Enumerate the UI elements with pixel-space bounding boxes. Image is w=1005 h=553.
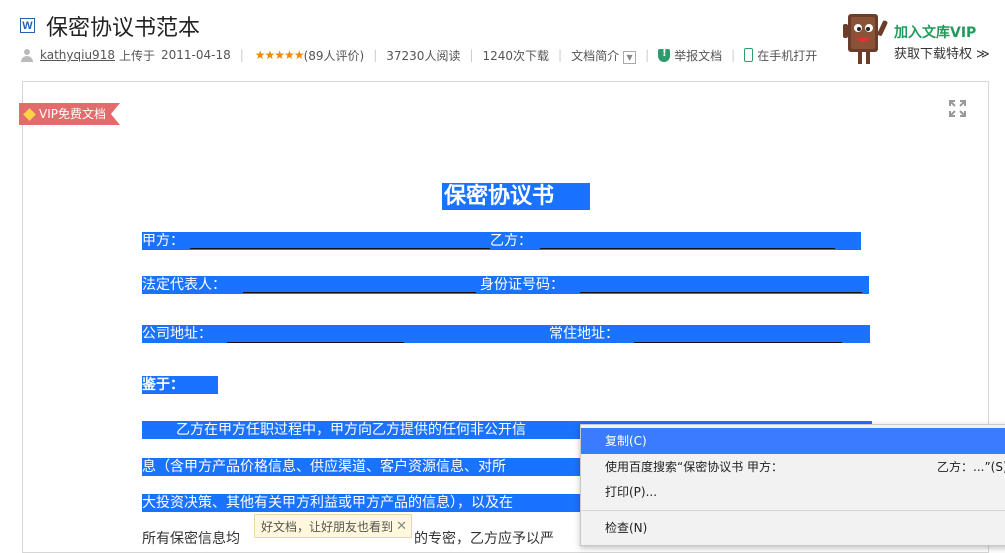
- menu-divider: [581, 510, 1005, 511]
- paragraph-line-4-left: 所有保密信息均: [142, 531, 240, 547]
- divider: |: [469, 48, 474, 62]
- party-a-label: 甲方：: [142, 233, 184, 249]
- read-count: 37230人阅读: [386, 48, 461, 63]
- summary-label: 文档简介: [571, 48, 620, 63]
- residence-address-label: 常住地址：: [549, 326, 619, 342]
- vip-badge-label: VIP免费文档: [39, 107, 106, 121]
- doc-meta-bar: kathyqiu918 上传于 2011-04-18 | ★★★★★ (89人评…: [20, 46, 817, 64]
- open-on-mobile-button[interactable]: 在手机打开: [744, 47, 817, 64]
- menu-item-inspect[interactable]: 检查(N): [581, 515, 1005, 541]
- author-link[interactable]: kathyqiu918: [40, 48, 115, 62]
- chevron-down-icon: ▼: [623, 50, 637, 64]
- report-doc-button[interactable]: 举报文档: [658, 47, 722, 64]
- close-icon[interactable]: ✕: [396, 515, 407, 539]
- download-count: 1240次下载: [482, 48, 550, 63]
- whereas-line: 鉴于：: [142, 376, 218, 394]
- whereas-label: 鉴于：: [142, 377, 184, 393]
- divider: |: [373, 48, 378, 62]
- divider: |: [731, 48, 736, 62]
- divider: |: [558, 48, 563, 62]
- rating-stars[interactable]: ★★★★★: [255, 48, 305, 62]
- phone-icon: [744, 48, 754, 62]
- shield-icon: [658, 48, 671, 62]
- share-tip-text: 好文档，让好朋友也看到: [261, 520, 394, 534]
- company-address-blank: [227, 342, 404, 343]
- address-line: 公司地址： 常住地址：: [142, 325, 870, 343]
- user-icon: [20, 48, 34, 62]
- doc-header: W 保密协议书范本 kathyqiu918 上传于 2011-04-18 | ★…: [0, 0, 1005, 80]
- gem-icon: [23, 107, 36, 121]
- summary-toggle[interactable]: 文档简介 ▼: [571, 47, 637, 64]
- vip-free-badge: VIP免费文档: [19, 103, 120, 125]
- rating-count[interactable]: (89人评价): [304, 47, 365, 64]
- context-menu: 复制(C) 使用百度搜索“保密协议书 甲方： 乙方：...”(S) 打印(P).…: [580, 424, 1005, 546]
- mobile-label: 在手机打开: [757, 48, 818, 63]
- fullscreen-icon[interactable]: [948, 99, 967, 118]
- menu-item-print[interactable]: 打印(P)...: [581, 479, 1005, 505]
- upload-date: 2011-04-18: [160, 48, 231, 62]
- join-vip-promo[interactable]: 加入文库VIP 获取下载特权 ≫: [842, 10, 1002, 72]
- book-mascot-icon: [843, 14, 888, 64]
- menu-item-search-extra: 乙方：...”(S): [937, 460, 1005, 474]
- menu-item-search-label: 使用百度搜索“保密协议书 甲方：: [605, 460, 784, 474]
- report-label: 举报文档: [674, 48, 723, 63]
- legal-rep-blank: [243, 292, 476, 293]
- company-address-label: 公司地址：: [142, 326, 212, 342]
- paragraph-line-4-right: 的专密，乙方应予以严: [414, 531, 554, 547]
- share-tip[interactable]: 好文档，让好朋友也看到 ✕: [254, 514, 412, 538]
- word-doc-icon: W: [20, 18, 35, 33]
- menu-item-copy[interactable]: 复制(C): [581, 428, 1005, 454]
- party-a-blank: [190, 248, 490, 249]
- divider: |: [239, 48, 244, 62]
- party-b-blank: [540, 248, 835, 249]
- legal-rep-label: 法定代表人：: [142, 277, 226, 293]
- divider: |: [645, 48, 650, 62]
- vip-subtitle: 获取下载特权 ≫: [894, 47, 990, 62]
- residence-address-blank: [634, 342, 842, 343]
- doc-heading: 保密协议书: [442, 183, 591, 210]
- uploaded-label: 上传于: [118, 48, 155, 63]
- id-number-blank: [580, 292, 862, 293]
- menu-item-baidu-search[interactable]: 使用百度搜索“保密协议书 甲方： 乙方：...”(S): [581, 454, 1005, 480]
- id-number-label: 身份证号码：: [480, 277, 564, 293]
- vip-title: 加入文库VIP: [894, 25, 977, 41]
- page-title: 保密协议书范本: [46, 16, 201, 41]
- party-b-label: 乙方：: [490, 233, 532, 249]
